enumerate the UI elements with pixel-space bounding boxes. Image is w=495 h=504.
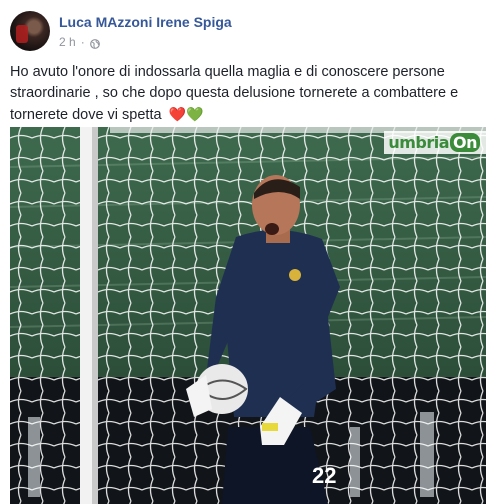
post-photo[interactable]: 22 umbria On [10,127,486,504]
globe-icon[interactable] [89,37,100,49]
separator-dot: · [80,35,85,49]
watermark-text: umbria [388,133,449,152]
post-body: Ho avuto l'onore di indossarla quella ma… [10,64,459,123]
photo-watermark: umbria On [384,131,486,154]
jersey-number: 22 [312,463,336,488]
author-avatar[interactable] [10,11,50,51]
post-text: Ho avuto l'onore di indossarla quella ma… [10,62,480,126]
heart-emojis: ❤️💚 [168,106,204,122]
post-subline: 2 h · [59,34,232,50]
post-timestamp[interactable]: 2 h [59,34,76,50]
goalkeeper-photo: 22 [10,127,486,504]
facebook-post: Luca MAzzoni Irene Spiga 2 h · Ho avuto … [0,0,495,504]
post-header: Luca MAzzoni Irene Spiga 2 h · [10,11,232,51]
post-meta: Luca MAzzoni Irene Spiga 2 h · [59,13,232,50]
watermark-suffix: On [450,133,480,152]
author-name[interactable]: Luca MAzzoni Irene Spiga [59,13,232,31]
